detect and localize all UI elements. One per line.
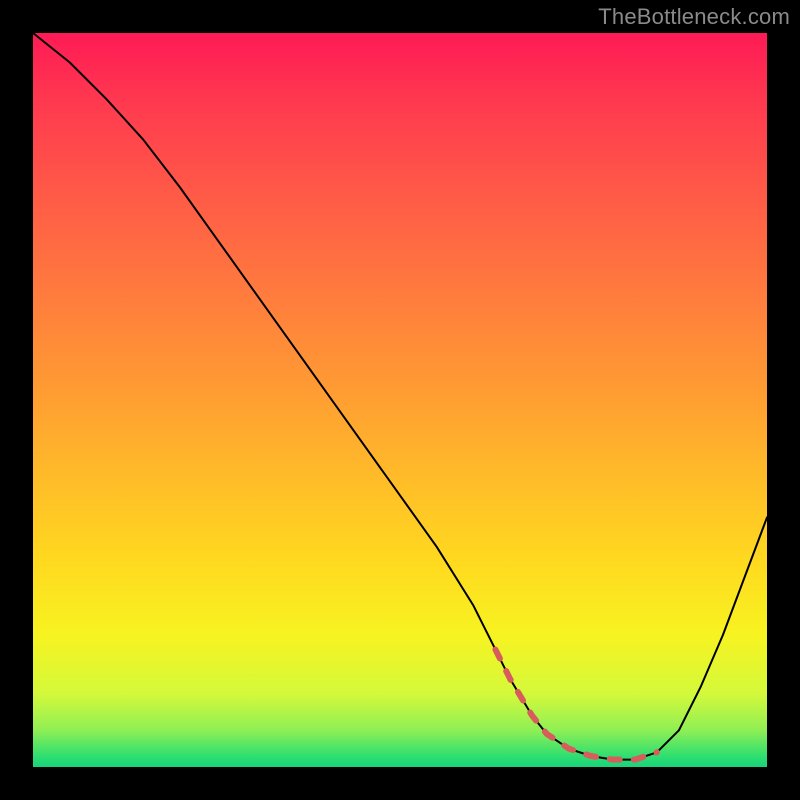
chart-svg bbox=[33, 33, 767, 767]
plot-area bbox=[33, 33, 767, 767]
chart-frame: TheBottleneck.com bbox=[0, 0, 800, 800]
gradient-rect bbox=[33, 33, 767, 767]
watermark-text: TheBottleneck.com bbox=[598, 4, 790, 30]
